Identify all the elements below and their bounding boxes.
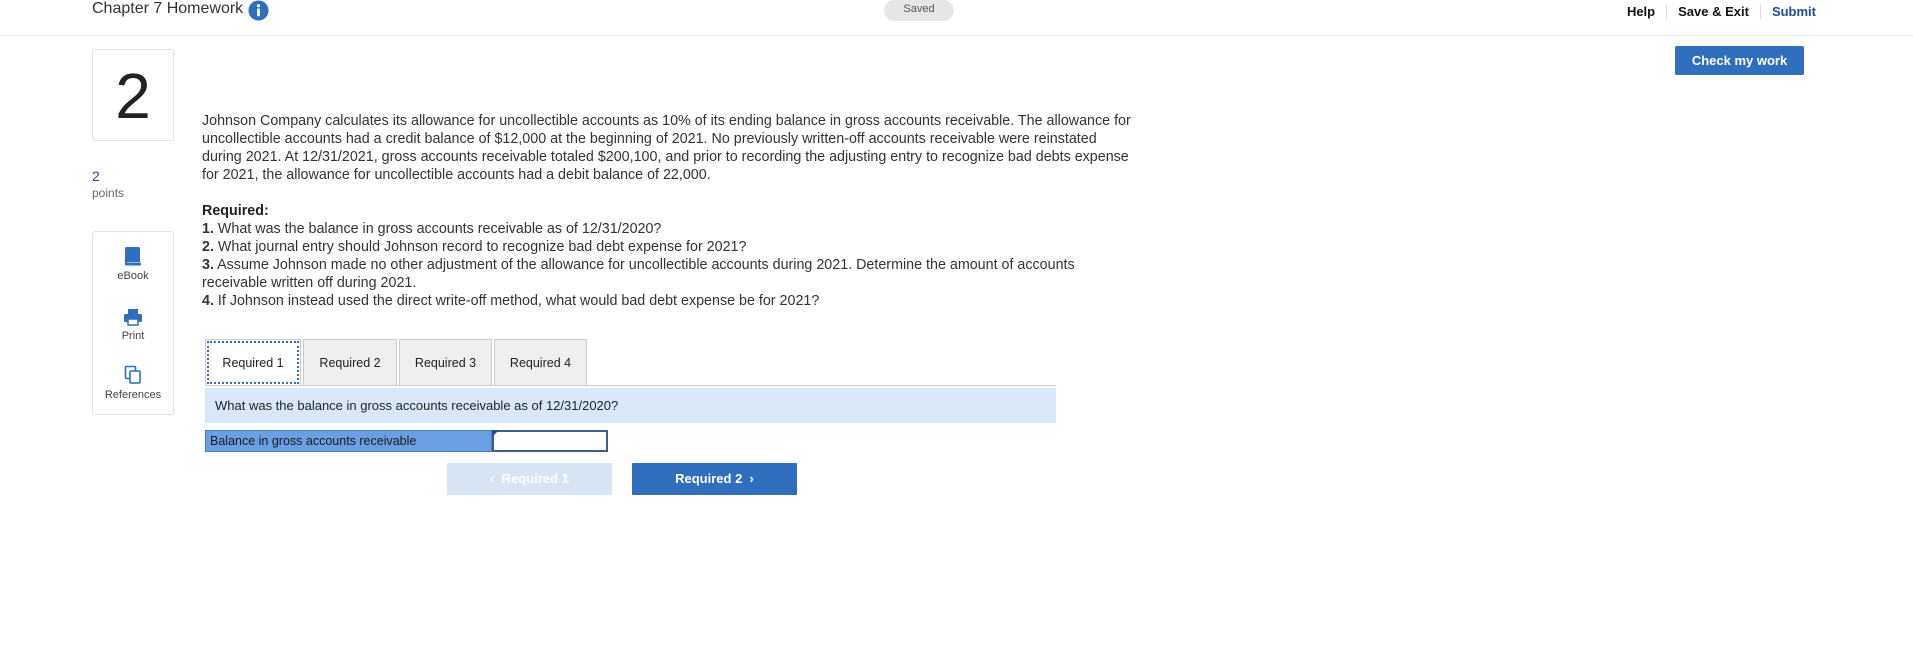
- tab-divider: [205, 385, 1056, 386]
- answer-input[interactable]: [492, 430, 608, 452]
- points-label: points: [92, 186, 125, 200]
- print-label: Print: [121, 330, 145, 342]
- next-required-button[interactable]: Required 2 ›: [632, 463, 797, 495]
- header-actions: Help Save & Exit Submit: [1616, 0, 1827, 22]
- help-link[interactable]: Help: [1616, 4, 1666, 19]
- input-flag-icon: [492, 430, 499, 437]
- saved-status-badge: Saved: [884, 0, 954, 21]
- assignment-title: Chapter 7 Homework: [92, 0, 244, 17]
- info-icon[interactable]: [248, 0, 269, 21]
- chevron-right-icon: ›: [749, 471, 754, 486]
- submit-link[interactable]: Submit: [1759, 3, 1827, 19]
- tab-required-4[interactable]: Required 4: [494, 339, 587, 386]
- required-heading: Required:: [202, 203, 269, 219]
- ebook-label: eBook: [117, 270, 149, 282]
- tab-prompt: What was the balance in gross accounts r…: [205, 388, 1056, 423]
- references-label: References: [104, 389, 162, 401]
- ebook-button[interactable]: eBook: [93, 246, 173, 282]
- prev-label: Required 1: [501, 471, 569, 486]
- required-list: Required: 1. What was the balance in gro…: [202, 202, 1142, 310]
- required-item: 1. What was the balance in gross account…: [202, 221, 662, 237]
- question-number: 2: [92, 49, 174, 141]
- references-button[interactable]: References: [93, 365, 173, 401]
- prev-required-button[interactable]: ‹ Required 1: [447, 463, 612, 495]
- next-label: Required 2: [675, 471, 743, 486]
- printer-icon: [124, 309, 142, 326]
- print-button[interactable]: Print: [93, 308, 173, 342]
- book-icon: [125, 247, 141, 266]
- chevron-left-icon: ‹: [490, 471, 495, 486]
- save-exit-link[interactable]: Save & Exit: [1666, 3, 1760, 19]
- points-value: 2: [92, 168, 100, 184]
- check-my-work-button[interactable]: Check my work: [1675, 46, 1804, 75]
- copy-icon: [124, 365, 141, 384]
- required-item: 3. Assume Johnson made no other adjustme…: [202, 257, 1075, 291]
- required-tabs: Required 1 Required 2 Required 3 Require…: [205, 339, 589, 386]
- answer-label: Balance in gross accounts receivable: [205, 430, 492, 452]
- question-text: Johnson Company calculates its allowance…: [202, 113, 1131, 183]
- tab-required-3[interactable]: Required 3: [399, 339, 492, 386]
- tab-required-1[interactable]: Required 1: [205, 339, 301, 386]
- required-item: 2. What journal entry should Johnson rec…: [202, 239, 747, 255]
- tab-required-2[interactable]: Required 2: [303, 339, 397, 386]
- tools-panel: eBook Print References: [92, 231, 174, 415]
- required-item: 4. If Johnson instead used the direct wr…: [202, 293, 820, 309]
- top-bar: Chapter 7 Homework Saved Help Save & Exi…: [0, 0, 1913, 36]
